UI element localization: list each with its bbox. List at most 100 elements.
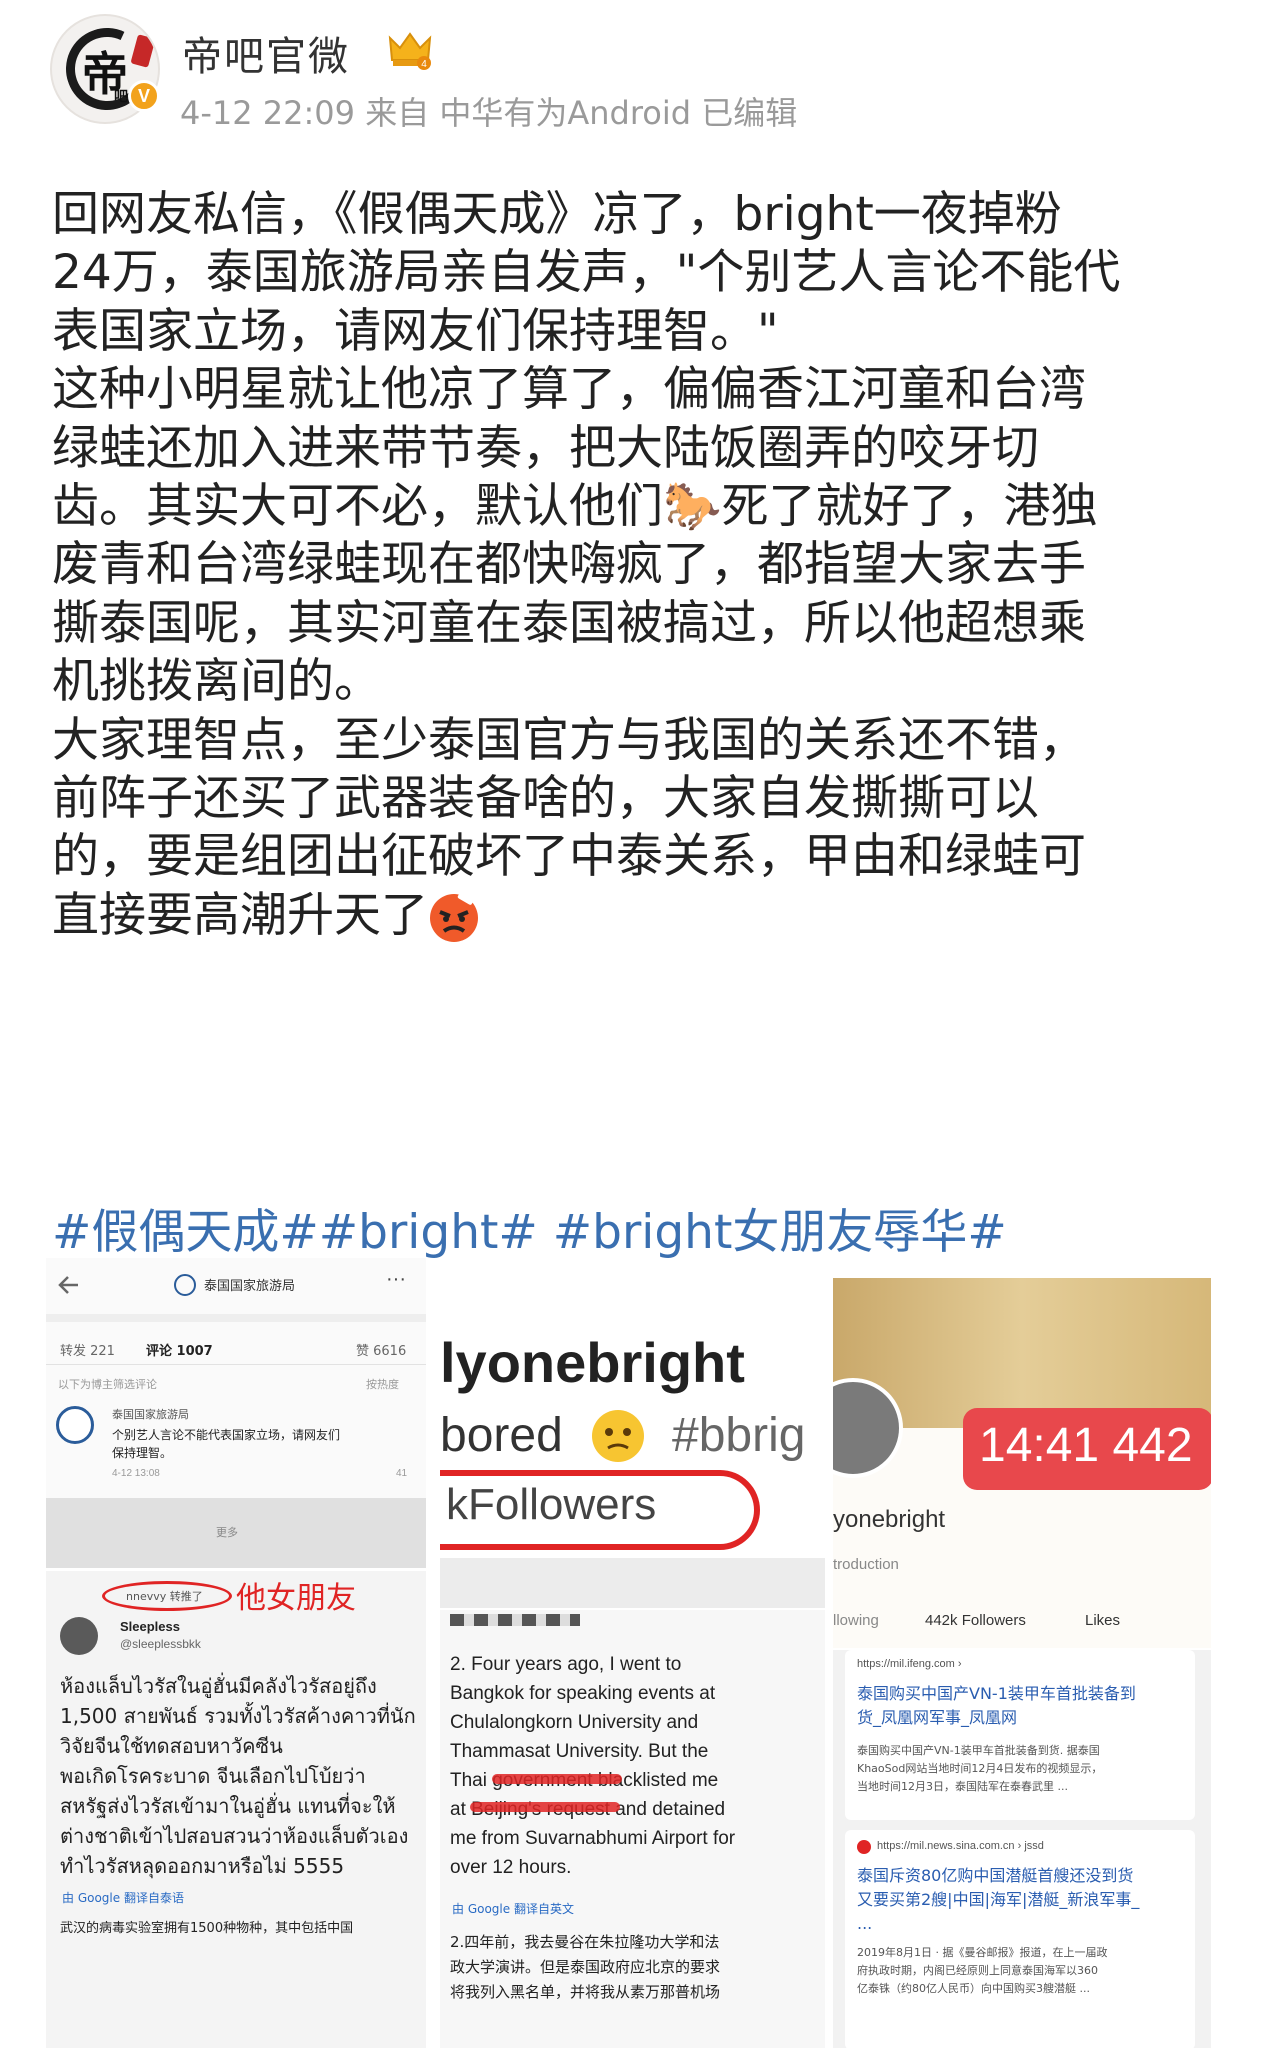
post-line: 这种小明星就让他凉了算了，偏偏香江河童和台湾 bbox=[52, 362, 1086, 418]
tweet-english-text: 2. Four years ago, I went to Bangkok for… bbox=[450, 1650, 735, 1882]
tweet-handle: @sleeplessbkk bbox=[120, 1637, 201, 1651]
profile-followers: 442k Followers bbox=[925, 1612, 1026, 1629]
post-line: 齿。其实大可不必，默认他们🐎死了就好了，港独 bbox=[52, 479, 1098, 535]
post-line: 前阵子还买了武器装备啥的，大家自发撕撕可以 bbox=[52, 771, 1039, 827]
comment-count: 评论 1007 bbox=[146, 1344, 213, 1359]
comment-text: 保持理智。 bbox=[112, 1446, 173, 1460]
result-title-line: 泰国购买中国产VN-1装甲车首批装备到 bbox=[857, 1684, 1136, 1703]
search-result-card[interactable]: https://mil.news.sina.com.cn › jssd 泰国斥资… bbox=[845, 1830, 1195, 2048]
collage-image-tweet-english[interactable]: 2. Four years ago, I went to Bangkok for… bbox=[440, 1610, 825, 2048]
result-url: https://mil.news.sina.com.cn › jssd bbox=[877, 1840, 1044, 1852]
bio-followers: kFollowers bbox=[446, 1480, 657, 1529]
sort-label: 按热度 bbox=[366, 1378, 399, 1391]
collage-image-bio[interactable]: lyonebright bored #bbrig kFollowers bbox=[440, 1258, 825, 1608]
profile-following: llowing bbox=[833, 1612, 879, 1629]
hashtag-link[interactable]: #bright# bbox=[319, 1205, 538, 1260]
collage-image-profile[interactable]: 14:41 442 yonebright troduction llowing … bbox=[833, 1278, 1211, 1648]
english-line: Thammasat University. But the bbox=[450, 1741, 709, 1762]
username[interactable]: 帝吧官微 bbox=[182, 24, 350, 82]
snippet-line: 泰国购买中国产VN-1装甲车首批装备到货. 据泰国 bbox=[857, 1744, 1100, 1757]
result-title-line: 泰国斥资80亿购中国潜艇首艘还没到货 bbox=[857, 1866, 1134, 1885]
translated-text: 2.四年前，我去曼谷在朱拉隆功大学和法 政大学演讲。但是泰国政府应北京的要求 将… bbox=[450, 1930, 720, 2005]
bio-handle: lyonebright bbox=[440, 1331, 745, 1394]
search-result-card[interactable]: https://mil.ifeng.com › 泰国购买中国产VN-1装甲车首批… bbox=[845, 1650, 1195, 1820]
post-line: 24万，泰国旅游局亲自发声，"个别艺人言论不能代 bbox=[52, 245, 1121, 301]
profile-name: yonebright bbox=[833, 1506, 946, 1533]
hashtag-link[interactable]: #bright女朋友辱华# bbox=[538, 1205, 1007, 1260]
comment-likes: 41 bbox=[396, 1468, 408, 1479]
back-arrow-icon bbox=[58, 1276, 78, 1294]
hashtag-link[interactable]: #假偶天成# bbox=[52, 1205, 319, 1260]
post-body: 回网友私信，《假偶天成》凉了，bright一夜掉粉 24万，泰国旅游局亲自发声，… bbox=[52, 186, 1232, 945]
post-line: 的，要是组团出征破坏了中泰关系，甲由和绿蛙可 bbox=[52, 829, 1086, 885]
thai-line: ห้องแล็บไวรัสในอู่ฮั่นมีคลังไวรัสอยู่ถึง bbox=[60, 1674, 377, 1698]
like-count: 赞 6616 bbox=[356, 1344, 407, 1359]
post-line: 大家理智点，至少泰国官方与我国的关系还不错， bbox=[52, 712, 1086, 768]
post-line: 表国家立场，请网友们保持理智。" bbox=[52, 303, 779, 359]
translate-link[interactable]: 由 Google 翻译自泰语 bbox=[62, 1889, 184, 1906]
thai-line: สหรัฐส่งไวรัสเข้ามาในอู่ฮั่น แทนที่จะให้ bbox=[60, 1794, 396, 1818]
red-annotation: 他女朋友 bbox=[236, 1581, 356, 1616]
tourism-logo-icon bbox=[174, 1274, 196, 1296]
translated-text: 武汉的病毒实验室拥有1500种物种，其中包括中国 bbox=[60, 1921, 354, 1936]
post-line: 机挑拨离间的。 bbox=[52, 654, 381, 710]
english-line: me from Suvarnabhumi Airport for bbox=[450, 1828, 736, 1849]
comment-text: 个别艺人言论不能代表国家立场，请网友们 bbox=[112, 1428, 341, 1442]
thai-line: พอเกิดโรคระบาด จีนเลือกไปโบ้ยว่า bbox=[60, 1764, 366, 1788]
post-line: 撕泰国呢，其实河童在泰国被搞过，所以他超想乘 bbox=[52, 595, 1086, 651]
image-collage[interactable]: 泰国国家旅游局 ··· 转发 221 评论 1007 赞 6616 以下为博主筛… bbox=[0, 1258, 1266, 2048]
verified-badge-icon: V bbox=[128, 80, 160, 112]
result-title-line: ... bbox=[857, 1914, 873, 1933]
result-title[interactable]: 泰国斥资80亿购中国潜艇首艘还没到货 又要买第2艘|中国|海军|潜艇_新浪军事_… bbox=[857, 1864, 1139, 1936]
post-line: 直接要高潮升天了 bbox=[52, 887, 428, 943]
bio-hashtag: #bbrig bbox=[672, 1409, 806, 1462]
red-strike-markup bbox=[470, 1802, 620, 1812]
snippet-line: 2019年8月1日 · 据《曼谷邮报》报道，在上一届政 bbox=[857, 1946, 1108, 1959]
clock-text: 14:41 442 bbox=[979, 1419, 1193, 1472]
divider bbox=[46, 1364, 426, 1365]
translated-line: 政大学演讲。但是泰国政府应北京的要求 bbox=[450, 1958, 721, 1976]
snippet-line: 府执政时期，内阁已经原则上同意泰国海军以360 bbox=[857, 1964, 1098, 1977]
post-line: 绿蛙还加入进来带节奏，把大陆饭圈弄的咬牙切 bbox=[52, 420, 1039, 476]
comment-avatar bbox=[56, 1406, 94, 1444]
repost-count: 转发 221 bbox=[60, 1344, 115, 1359]
post-meta: 4-12 22:09 来自 中华有为Android 已编辑 bbox=[180, 94, 798, 132]
red-strike-markup bbox=[492, 1774, 622, 1784]
result-snippet: 泰国购买中国产VN-1装甲车首批装备到货. 据泰国 KhaoSod网站当地时间1… bbox=[857, 1742, 1102, 1796]
snippet-line: 当地时间12月3日，泰国陆军在泰春武里 ... bbox=[857, 1780, 1068, 1793]
more-comments-label: 更多 bbox=[216, 1526, 238, 1539]
comment-time: 4-12 13:08 bbox=[112, 1468, 160, 1479]
angry-face-emoji-icon bbox=[430, 892, 478, 943]
result-title[interactable]: 泰国购买中国产VN-1装甲车首批装备到 货_凤凰网军事_凤凰网 bbox=[857, 1682, 1136, 1730]
english-line: Bangkok for speaking events at bbox=[450, 1683, 716, 1704]
bio-text: bored bbox=[440, 1409, 563, 1462]
thai-line: ต่างชาติเข้าไปสอบสวนว่าห้องแล็บตัวเอง bbox=[60, 1824, 409, 1848]
collage-image-tweet-thai[interactable]: nnevvy 转推了 他女朋友 Sleepless @sleeplessbkk … bbox=[46, 1571, 426, 2048]
tweet-avatar bbox=[60, 1617, 98, 1655]
translated-line: 将我列入黑名单，并将我从素万那普机场 bbox=[450, 1983, 721, 2001]
post-line: 废青和台湾绿蛙现在都快嗨疯了，都指望大家去手 bbox=[52, 537, 1086, 593]
snippet-line: 亿泰铢（约80亿人民币）向中国购买3艘潜艇 ... bbox=[857, 1982, 1090, 1995]
snippet-line: KhaoSod网站当地时间12月4日发布的视频显示， bbox=[857, 1762, 1103, 1775]
divider bbox=[46, 1314, 426, 1322]
crown-level-number: 4 bbox=[421, 59, 427, 70]
result-snippet: 2019年8月1日 · 据《曼谷邮报》报道，在上一届政 府执政时期，内阁已经原则… bbox=[857, 1944, 1107, 1998]
confused-face-emoji-icon bbox=[592, 1410, 644, 1462]
result-title-line: 又要买第2艘|中国|海军|潜艇_新浪军事_ bbox=[857, 1890, 1140, 1909]
repost-tag: nnevvy 转推了 bbox=[126, 1590, 203, 1603]
p1-title: 泰国国家旅游局 bbox=[204, 1279, 296, 1294]
collage-image-search-results[interactable]: https://mil.ifeng.com › 泰国购买中国产VN-1装甲车首批… bbox=[833, 1650, 1211, 2048]
profile-intro: troduction bbox=[833, 1556, 899, 1573]
thai-line: วิจัยจีนใช้ทดสอบหาวัคซีน bbox=[60, 1734, 283, 1758]
filter-note: 以下为博主筛选评论 bbox=[58, 1378, 157, 1391]
thai-line: ทำไวรัสหลุดออกมาหรือไม่ 5555 bbox=[60, 1854, 345, 1878]
english-line: over 12 hours. bbox=[450, 1857, 572, 1878]
translate-link[interactable]: 由 Google 翻译自英文 bbox=[452, 1900, 574, 1917]
english-line: Chulalongkorn University and bbox=[450, 1712, 699, 1733]
tweet-name: Sleepless bbox=[120, 1619, 180, 1634]
collage-image-weibo-comment[interactable]: 泰国国家旅游局 ··· 转发 221 评论 1007 赞 6616 以下为博主筛… bbox=[46, 1258, 426, 1568]
more-icon: ··· bbox=[386, 1268, 406, 1290]
crown-level-icon: 4 bbox=[388, 32, 432, 70]
hashtag-row: #假偶天成##bright# #bright女朋友辱华# bbox=[52, 1193, 1007, 1262]
tweet-thai-text: ห้องแล็บไวรัสในอู่ฮั่นมีคลังไวรัสอยู่ถึง… bbox=[60, 1671, 416, 1881]
